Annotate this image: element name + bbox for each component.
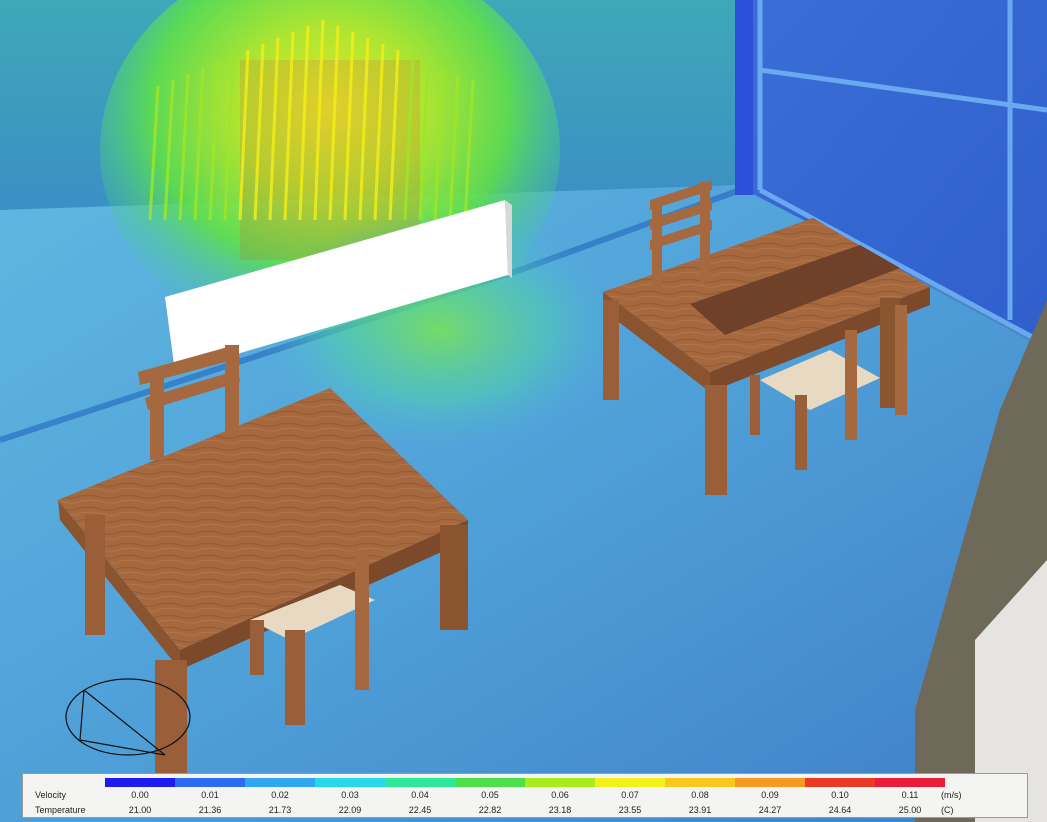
temperature-value: 22.09	[338, 805, 362, 815]
temperature-value: 23.18	[548, 805, 572, 815]
velocity-value: 0.00	[131, 790, 149, 800]
legend-swatch	[315, 778, 385, 787]
temperature-value: 24.64	[828, 805, 852, 815]
temperature-value: 21.73	[268, 805, 292, 815]
velocity-value: 0.04	[411, 790, 429, 800]
legend-swatch	[875, 778, 945, 787]
temperature-value: 21.36	[198, 805, 222, 815]
velocity-value: 0.07	[621, 790, 639, 800]
temperature-value: 22.82	[478, 805, 502, 815]
legend-swatch	[245, 778, 315, 787]
color-legend: Velocity Temperature 0.00 0.01 0.02 0.03 0.0…	[22, 773, 1028, 818]
temperature-value: 23.55	[618, 805, 642, 815]
velocity-value: 0.10	[831, 790, 849, 800]
temperature-value: 23.91	[688, 805, 712, 815]
legend-swatch	[735, 778, 805, 787]
legend-swatch	[665, 778, 735, 787]
velocity-value: 0.09	[761, 790, 779, 800]
temperature-value: 24.27	[758, 805, 782, 815]
velocity-value: 0.01	[201, 790, 219, 800]
legend-swatch	[455, 778, 525, 787]
velocity-value: 0.06	[551, 790, 569, 800]
velocity-value: 0.08	[691, 790, 709, 800]
legend-swatch	[385, 778, 455, 787]
velocity-value: 0.05	[481, 790, 499, 800]
legend-swatch	[595, 778, 665, 787]
temperature-value: 25.00	[898, 805, 922, 815]
temperature-unit: (C)	[941, 805, 954, 815]
legend-swatch	[105, 778, 175, 787]
velocity-value: 0.03	[341, 790, 359, 800]
temperature-label: Temperature	[35, 805, 86, 815]
legend-swatch	[525, 778, 595, 787]
velocity-value: 0.02	[271, 790, 289, 800]
temperature-value: 22.45	[408, 805, 432, 815]
velocity-unit: (m/s)	[941, 790, 962, 800]
temperature-value: 21.00	[128, 805, 152, 815]
cfd-room-scene	[0, 0, 1047, 822]
velocity-label: Velocity	[35, 790, 67, 800]
legend-swatch	[805, 778, 875, 787]
legend-swatch	[175, 778, 245, 787]
velocity-value: 0.11	[901, 790, 919, 800]
